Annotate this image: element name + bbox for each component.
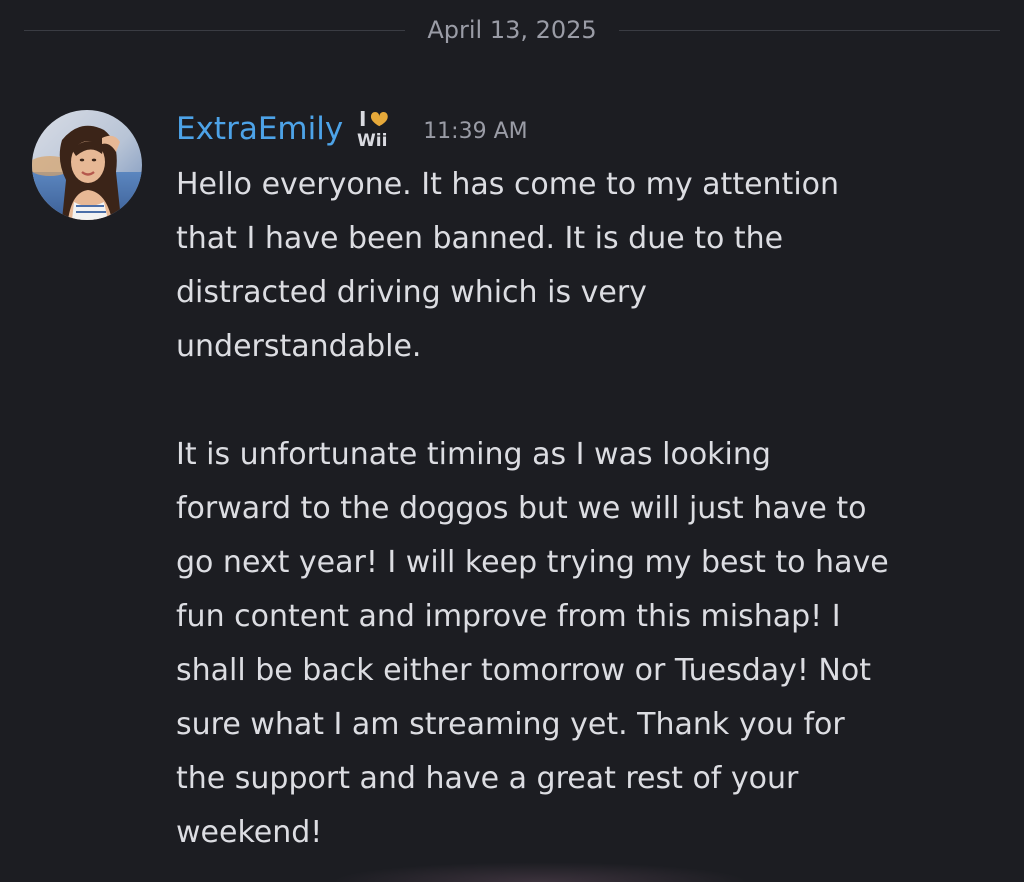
badge-bottom-text: Wii	[357, 131, 387, 151]
message-line: distracted driving which is very	[176, 275, 647, 310]
avatar-image	[32, 110, 142, 220]
message-line: fun content and improve from this mishap…	[176, 599, 841, 634]
message-paragraph-2: It is unfortunate timing as I was lookin…	[176, 428, 992, 860]
message-line: shall be back either tomorrow or Tuesday…	[176, 653, 871, 688]
date-divider: April 13, 2025	[24, 10, 1001, 50]
badge-top-text: I	[359, 107, 366, 131]
message-body: ExtraEmily I Wii 11:39 AM Hello everyone…	[176, 106, 992, 860]
username[interactable]: ExtraEmily	[176, 111, 343, 147]
i-heart-wii-icon[interactable]: I Wii	[353, 106, 399, 152]
bottom-glow	[330, 862, 750, 882]
message-paragraph-1: Hello everyone. It has come to my attent…	[176, 158, 992, 374]
message-line: forward to the doggos but we will just h…	[176, 491, 867, 526]
message-line: weekend!	[176, 815, 323, 850]
avatar[interactable]	[32, 110, 142, 220]
timestamp: 11:39 AM	[423, 118, 528, 144]
divider-line-left	[24, 29, 406, 31]
message-line: that I have been banned. It is due to th…	[176, 221, 784, 256]
message-line: It is unfortunate timing as I was lookin…	[176, 437, 771, 472]
message-line: go next year! I will keep trying my best…	[176, 545, 889, 580]
message-line: Hello everyone. It has come to my attent…	[176, 167, 840, 202]
message-header: ExtraEmily I Wii 11:39 AM	[176, 106, 992, 152]
message-text: Hello everyone. It has come to my attent…	[176, 158, 992, 860]
divider-line-right	[618, 29, 1001, 31]
message-line: sure what I am streaming yet. Thank you …	[176, 707, 845, 742]
chat-view: April 13, 2025 ExtraEmily I Wii 11:39 AM…	[0, 0, 1024, 882]
message-line: understandable.	[176, 329, 422, 364]
message-line: the support and have a great rest of you…	[176, 761, 799, 796]
date-label: April 13, 2025	[427, 16, 597, 44]
